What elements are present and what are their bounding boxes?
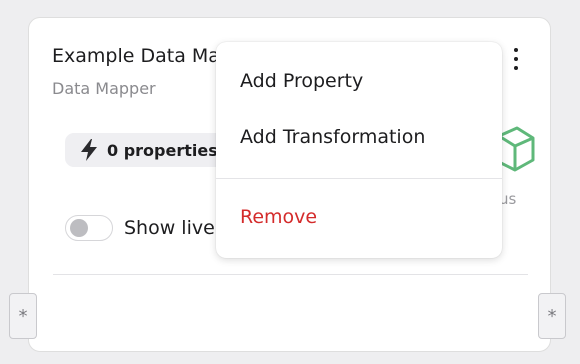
input-port[interactable]: * — [9, 293, 37, 339]
card-divider — [53, 274, 528, 275]
properties-chip[interactable]: 0 properties — [65, 133, 232, 167]
card-subtitle: Data Mapper — [52, 79, 156, 98]
menu-divider — [216, 178, 502, 179]
properties-count: 0 properties — [107, 140, 218, 160]
context-menu: Add Property Add Transformation Remove — [216, 42, 502, 258]
toggle-knob — [70, 219, 88, 237]
lightning-bolt-icon — [81, 139, 97, 161]
show-live-label: Show live — [124, 217, 215, 239]
menu-item-remove[interactable]: Remove — [240, 206, 317, 228]
output-port[interactable]: * — [538, 293, 566, 339]
menu-item-add-property[interactable]: Add Property — [240, 70, 363, 92]
more-options-icon[interactable] — [509, 48, 523, 70]
menu-item-add-transformation[interactable]: Add Transformation — [240, 126, 425, 148]
show-live-toggle[interactable] — [65, 215, 113, 241]
card-title: Example Data Ma — [52, 45, 220, 67]
